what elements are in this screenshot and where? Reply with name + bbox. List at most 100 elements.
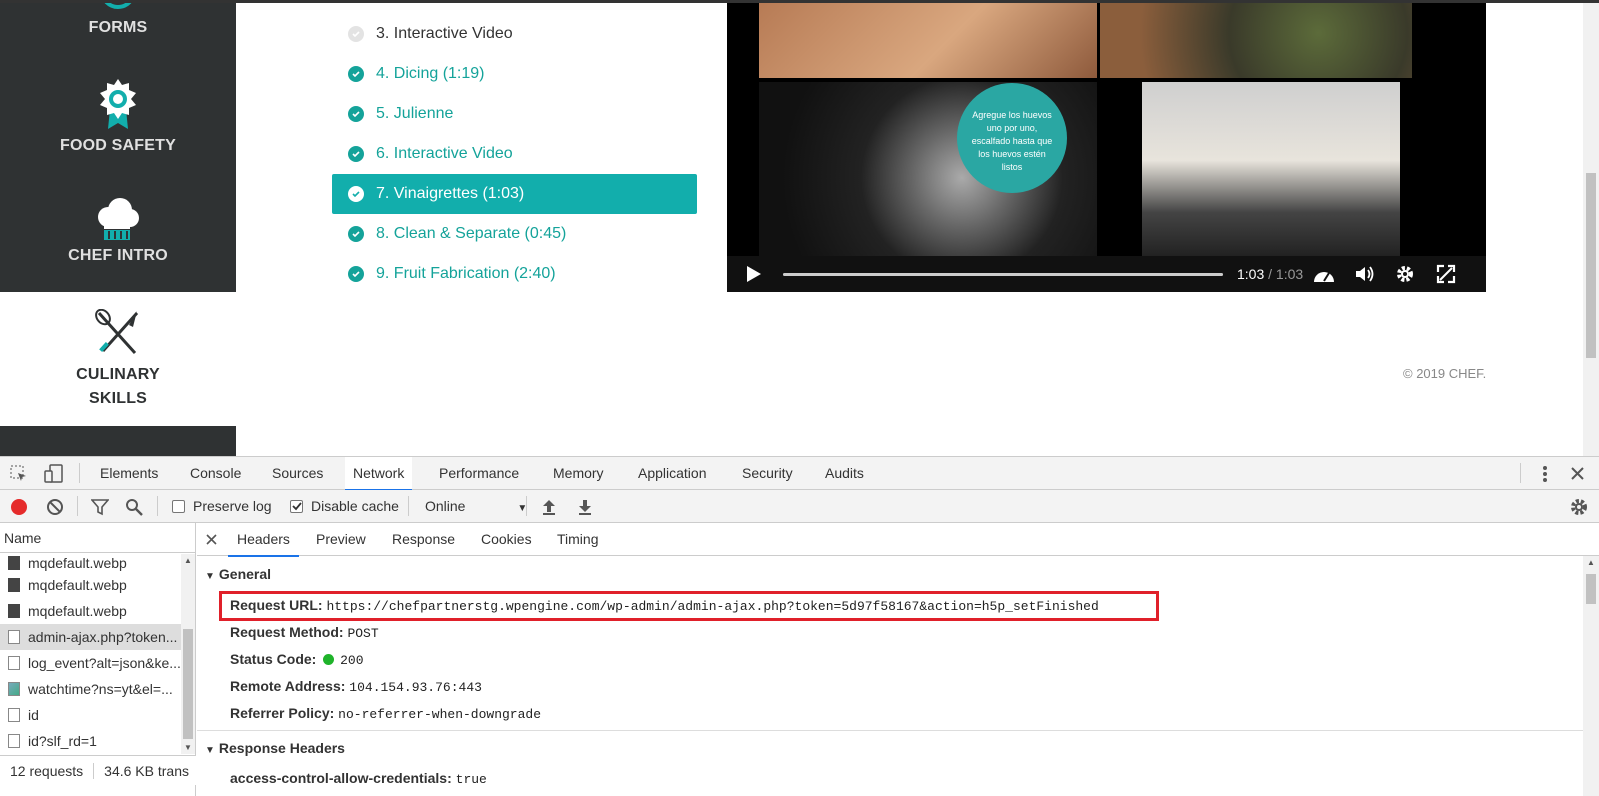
sidebar-item-forms[interactable]: FORMS — [0, 3, 236, 37]
forms-icon — [104, 3, 132, 9]
request-row[interactable]: id — [0, 702, 181, 728]
tab-memory[interactable]: Memory — [545, 457, 612, 490]
request-name: admin-ajax.php?token... — [28, 629, 178, 645]
filter-icon[interactable] — [91, 498, 109, 516]
import-har-icon[interactable] — [541, 498, 557, 516]
sidebar-item-culinary-skills[interactable]: CULINARY SKILLS — [0, 309, 236, 411]
lesson-item[interactable]: 5. Julienne — [332, 94, 697, 134]
scrollbar-thumb[interactable] — [1586, 173, 1596, 358]
separator — [408, 496, 409, 516]
lesson-item[interactable]: 6. Interactive Video — [332, 134, 697, 174]
video-player[interactable]: Agregue los huevos uno por uno, escalfad… — [727, 3, 1486, 292]
lesson-label: 8. Clean & Separate (0:45) — [376, 225, 567, 242]
settings-gear-icon[interactable] — [1395, 264, 1415, 284]
scroll-up-icon[interactable]: ▲ — [1587, 558, 1595, 567]
video-progress-bar[interactable] — [783, 273, 1223, 276]
separator — [77, 496, 78, 516]
device-toolbar-icon[interactable] — [44, 464, 64, 484]
header-value: https://chefpartnerstg.wpengine.com/wp-a… — [326, 599, 1099, 614]
separator — [526, 496, 527, 516]
throttle-select[interactable]: Online ▼ — [425, 498, 527, 514]
tab-preview[interactable]: Preview — [307, 523, 375, 556]
tab-sources[interactable]: Sources — [264, 457, 331, 490]
transferred-size: 34.6 KB trans — [93, 763, 196, 779]
page-scrollbar[interactable] — [1583, 3, 1599, 456]
lesson-item-active[interactable]: 7. Vinaigrettes (1:03) — [332, 174, 697, 214]
record-icon[interactable] — [10, 498, 28, 516]
lesson-item[interactable]: 4. Dicing (1:19) — [332, 54, 697, 94]
preserve-log-toggle[interactable]: Preserve log — [172, 498, 272, 514]
request-row[interactable]: mqdefault.webp — [0, 554, 181, 572]
scrollbar-thumb[interactable] — [1586, 574, 1596, 604]
speed-icon[interactable] — [1312, 264, 1336, 284]
throttle-value: Online — [425, 498, 466, 514]
fullscreen-icon[interactable] — [1436, 264, 1456, 284]
chef-hat-icon — [98, 198, 139, 240]
clear-icon[interactable] — [46, 498, 64, 516]
scroll-down-icon[interactable]: ▼ — [184, 743, 192, 752]
scroll-up-icon[interactable]: ▲ — [184, 556, 192, 565]
tab-console[interactable]: Console — [182, 457, 249, 490]
request-row-selected[interactable]: admin-ajax.php?token... — [0, 624, 181, 650]
lesson-label: 9. Fruit Fabrication (2:40) — [376, 265, 556, 282]
video-frame-ingredients — [1100, 3, 1412, 78]
web-page: FORMS FOOD SAFETY CHEF INTRO CULINARY SK… — [0, 0, 1599, 456]
request-name: id?slf_rd=1 — [28, 733, 97, 749]
document-file-icon — [8, 656, 20, 670]
tab-network[interactable]: Network — [345, 457, 413, 491]
devtools-panel: Elements Console Sources Network Perform… — [0, 456, 1599, 796]
tab-application[interactable]: Application — [630, 457, 715, 490]
sidebar-item-label-line2: SKILLS — [88, 390, 148, 407]
sidebar-item-food-safety[interactable]: FOOD SAFETY — [0, 79, 236, 155]
video-frame-kitchen — [1142, 82, 1400, 256]
lesson-item[interactable]: 9. Fruit Fabrication (2:40) — [332, 254, 697, 294]
more-options-icon[interactable] — [1540, 465, 1550, 483]
disable-cache-toggle[interactable]: Disable cache — [290, 498, 399, 514]
close-detail-icon[interactable] — [206, 534, 217, 545]
tab-audits[interactable]: Audits — [817, 457, 872, 490]
request-row[interactable]: log_event?alt=json&ke... — [0, 650, 181, 676]
inspect-element-icon[interactable] — [10, 465, 28, 483]
separator — [157, 496, 158, 516]
detail-scrollbar[interactable]: ▲ — [1583, 556, 1599, 796]
lesson-item[interactable]: 8. Clean & Separate (0:45) — [332, 214, 697, 254]
export-har-icon[interactable] — [577, 498, 593, 516]
response-headers-section-toggle[interactable]: ▼ Response Headers — [205, 740, 345, 756]
tab-performance[interactable]: Performance — [431, 457, 527, 490]
scrollbar-thumb[interactable] — [183, 629, 193, 739]
tab-response[interactable]: Response — [383, 523, 464, 556]
request-row[interactable]: mqdefault.webp — [0, 572, 181, 598]
close-icon[interactable] — [1570, 466, 1585, 481]
detail-tabbar: Headers Preview Response Cookies Timing — [197, 523, 1599, 557]
name-column-header[interactable]: Name — [0, 523, 195, 553]
network-status-bar: 12 requests 34.6 KB trans — [0, 755, 196, 785]
request-row[interactable]: mqdefault.webp — [0, 598, 181, 624]
sidebar-item-chef-intro[interactable]: CHEF INTRO — [0, 197, 236, 265]
tab-security[interactable]: Security — [734, 457, 801, 490]
check-icon — [348, 66, 364, 82]
request-row[interactable]: watchtime?ns=yt&el=... — [0, 676, 181, 702]
header-row-request-method: Request Method: POST — [230, 624, 379, 641]
request-list-scrollbar[interactable]: ▲ ▼ — [181, 554, 195, 754]
request-row[interactable]: id?slf_rd=1 — [0, 728, 181, 754]
general-section-toggle[interactable]: ▼ General — [205, 566, 271, 582]
video-frame-cutting-board — [759, 3, 1097, 78]
lesson-item[interactable]: 3. Interactive Video — [332, 14, 697, 54]
tab-timing[interactable]: Timing — [548, 523, 608, 556]
image-file-icon — [8, 682, 20, 696]
tab-cookies[interactable]: Cookies — [472, 523, 541, 556]
check-icon — [348, 266, 364, 282]
tab-elements[interactable]: Elements — [92, 457, 166, 490]
image-file-icon — [8, 578, 20, 592]
tab-headers[interactable]: Headers — [228, 523, 299, 557]
network-settings-gear-icon[interactable] — [1570, 498, 1588, 516]
play-icon[interactable] — [743, 264, 763, 284]
sidebar-item-label-line1: CULINARY — [76, 366, 160, 383]
volume-icon[interactable] — [1354, 264, 1376, 284]
disable-cache-checkbox[interactable] — [290, 499, 303, 513]
check-icon — [348, 26, 364, 42]
search-icon[interactable] — [125, 498, 143, 516]
devtools-tabbar: Elements Console Sources Network Perform… — [0, 457, 1599, 491]
lesson-label: 7. Vinaigrettes (1:03) — [376, 185, 525, 202]
preserve-log-checkbox[interactable] — [172, 499, 185, 513]
